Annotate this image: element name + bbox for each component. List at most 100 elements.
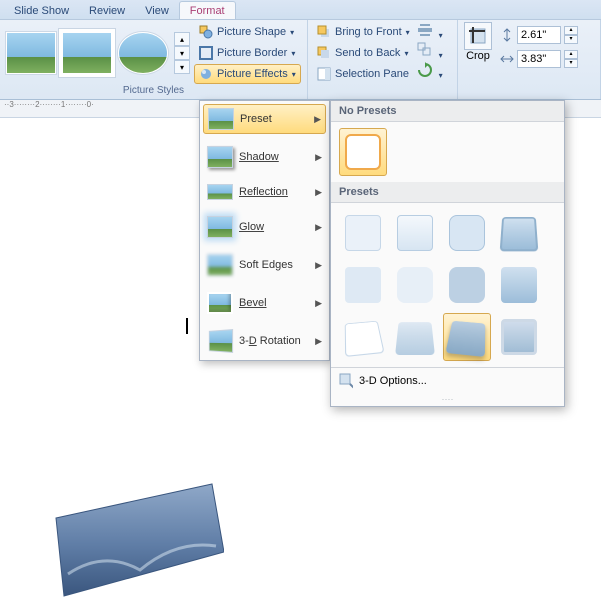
label: Picture Border — [217, 47, 287, 59]
preset-none[interactable] — [339, 128, 387, 176]
style-thumb[interactable] — [118, 32, 168, 74]
front-icon — [317, 25, 331, 39]
preset-item[interactable] — [443, 261, 491, 309]
tab-view[interactable]: View — [135, 2, 179, 19]
picture-effects-menu: Preset ▶ Shadow ▶ Reflection ▶ Glow ▶ So… — [199, 100, 330, 361]
chevron-right-icon: ▶ — [314, 114, 321, 125]
glow-thumb-icon — [207, 216, 233, 238]
gallery-up-icon[interactable]: ▴ — [174, 32, 190, 46]
shadow-thumb-icon — [207, 146, 233, 168]
selection-pane-button[interactable]: Selection Pane — [314, 64, 413, 84]
preset-item[interactable] — [339, 261, 387, 309]
dropdown-icon: ▾ — [290, 28, 294, 37]
preset-item[interactable] — [443, 209, 491, 257]
group-size: Crop ▴▾ ▴▾ — [458, 20, 601, 99]
rotation-thumb-icon — [209, 329, 233, 353]
ribbon: ▴ ▾ ▾ Picture Shape ▾ Picture — [0, 20, 601, 100]
spin-down[interactable]: ▾ — [564, 59, 578, 68]
gallery-down-icon[interactable]: ▾ — [174, 46, 190, 60]
dropdown-icon: ▾ — [406, 28, 410, 37]
chevron-right-icon: ▶ — [315, 222, 322, 233]
preset-item[interactable] — [339, 209, 387, 257]
width-icon — [500, 52, 514, 66]
crop-icon — [464, 22, 492, 50]
bring-to-front-button[interactable]: Bring to Front ▾ — [314, 22, 413, 42]
chevron-right-icon: ▶ — [315, 152, 322, 163]
tab-slideshow[interactable]: Slide Show — [4, 2, 79, 19]
inserted-picture[interactable] — [44, 478, 224, 598]
flyout-resize-handle[interactable]: ···· — [331, 394, 564, 406]
preset-item[interactable] — [495, 209, 543, 257]
reflection-thumb-icon — [207, 184, 233, 200]
shape-icon — [199, 25, 213, 39]
dropdown-icon: ▾ — [404, 49, 408, 58]
spin-down[interactable]: ▾ — [564, 35, 578, 44]
crop-label: Crop — [466, 50, 490, 62]
dropdown-icon: ▾ — [292, 70, 296, 79]
preset-item[interactable] — [339, 313, 387, 361]
dropdown-icon: ▾ — [291, 49, 295, 58]
menu-preset[interactable]: Preset ▶ — [203, 104, 326, 134]
group-label: Picture Styles — [6, 84, 301, 97]
softedges-thumb-icon — [207, 254, 233, 276]
effects-icon — [199, 67, 213, 81]
label: Selection Pane — [335, 68, 409, 80]
preset-item[interactable] — [495, 261, 543, 309]
preset-item[interactable] — [495, 313, 543, 361]
picture-shape-button[interactable]: Picture Shape ▾ — [194, 22, 301, 42]
width-field[interactable]: ▴▾ — [500, 50, 578, 68]
crop-button[interactable]: Crop — [464, 22, 492, 62]
picture-style-gallery[interactable]: ▴ ▾ ▾ — [6, 22, 190, 84]
style-thumb[interactable] — [62, 32, 112, 74]
group-button[interactable]: ▾ — [417, 42, 443, 61]
height-field[interactable]: ▴▾ — [500, 26, 578, 44]
preset-item[interactable] — [391, 261, 439, 309]
rotate-button[interactable]: ▾ — [417, 62, 443, 81]
align-button[interactable]: ▾ — [417, 22, 443, 41]
menu-bevel[interactable]: Bevel ▶ — [203, 289, 326, 317]
preset-flyout: No Presets Presets 3-D Options... ···· — [330, 100, 565, 407]
label: Bring to Front — [335, 26, 402, 38]
style-thumb[interactable] — [6, 32, 56, 74]
preset-gallery — [331, 203, 564, 367]
menu-3d-rotation[interactable]: 3-D Rotation ▶ — [203, 327, 326, 355]
preset-item[interactable] — [391, 313, 439, 361]
menu-shadow[interactable]: Shadow ▶ — [203, 143, 326, 171]
pane-icon — [317, 67, 331, 81]
group-picture-styles: ▴ ▾ ▾ Picture Shape ▾ Picture — [0, 20, 308, 99]
preset-thumb-icon — [208, 108, 234, 130]
height-icon — [500, 28, 514, 42]
style-gallery-nav: ▴ ▾ ▾ — [174, 32, 190, 74]
tab-format[interactable]: Format — [179, 1, 236, 19]
menu-soft-edges[interactable]: Soft Edges ▶ — [203, 251, 326, 279]
3d-options-button[interactable]: 3-D Options... — [331, 367, 564, 394]
send-to-back-button[interactable]: Send to Back ▾ — [314, 43, 413, 63]
chevron-right-icon: ▶ — [315, 187, 322, 198]
flyout-header-no-presets: No Presets — [331, 101, 564, 122]
menu-reflection[interactable]: Reflection ▶ — [203, 181, 326, 203]
spin-up[interactable]: ▴ — [564, 26, 578, 35]
label: Picture Effects — [217, 68, 288, 80]
menu-glow[interactable]: Glow ▶ — [203, 213, 326, 241]
options-icon — [339, 374, 353, 388]
text-cursor — [186, 318, 188, 334]
spin-up[interactable]: ▴ — [564, 50, 578, 59]
chevron-right-icon: ▶ — [315, 298, 322, 309]
group-arrange: Bring to Front ▾ Send to Back ▾ Selectio… — [308, 20, 458, 99]
chevron-right-icon: ▶ — [315, 336, 322, 347]
label: Send to Back — [335, 47, 400, 59]
width-input[interactable] — [517, 50, 561, 68]
preset-item[interactable] — [391, 209, 439, 257]
preset-item[interactable] — [443, 313, 491, 361]
ribbon-tabs: Slide Show Review View Format — [0, 0, 601, 20]
bevel-thumb-icon — [207, 292, 233, 314]
gallery-more-icon[interactable]: ▾ — [174, 60, 190, 74]
label: Picture Shape — [217, 26, 286, 38]
back-icon — [317, 46, 331, 60]
3d-options-label: 3-D Options... — [359, 375, 427, 387]
tab-review[interactable]: Review — [79, 2, 135, 19]
picture-border-button[interactable]: Picture Border ▾ — [194, 43, 301, 63]
picture-effects-button[interactable]: Picture Effects ▾ — [194, 64, 301, 84]
height-input[interactable] — [517, 26, 561, 44]
chevron-right-icon: ▶ — [315, 260, 322, 271]
